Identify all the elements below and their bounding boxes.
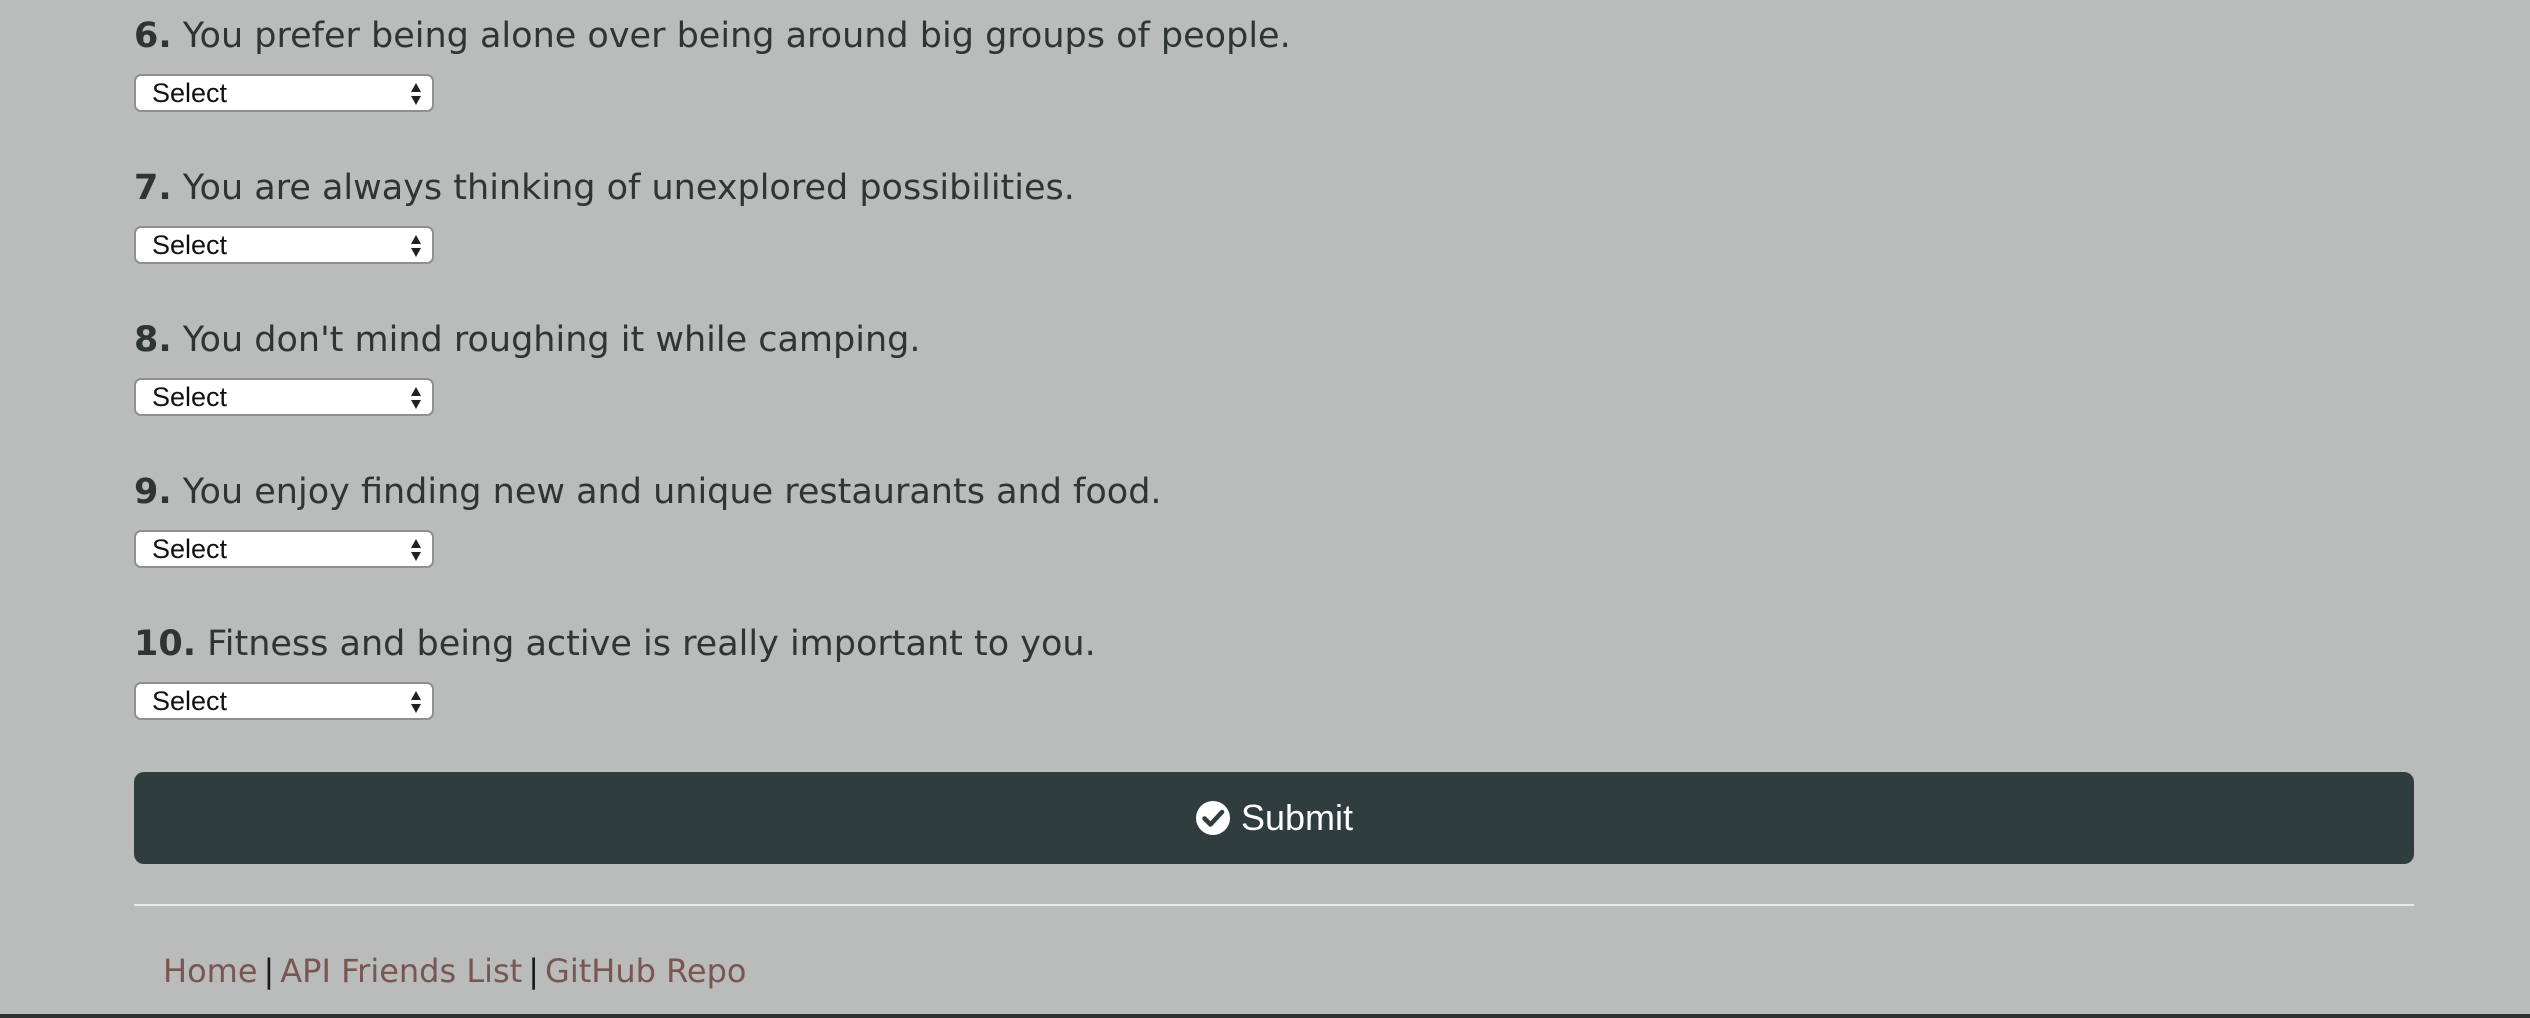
question-number: 7. [134, 168, 172, 208]
select-value: Select [152, 534, 228, 564]
select-value: Select [152, 686, 228, 716]
select-arrows-icon [411, 83, 421, 105]
footer-nav: Home | API Friends List | GitHub Repo [163, 949, 746, 993]
question-number: 8. [134, 320, 172, 360]
question-text: Fitness and being active is really impor… [207, 624, 1096, 664]
question-label: 10. Fitness and being active is really i… [134, 622, 2414, 666]
footer-separator: | [528, 952, 540, 990]
question-text: You prefer being alone over being around… [182, 16, 1291, 56]
footer-divider [134, 904, 2414, 906]
answer-select[interactable]: Select [134, 682, 434, 720]
select-value: Select [152, 382, 228, 412]
question-number: 9. [134, 472, 172, 512]
select-value: Select [152, 78, 228, 108]
question-text: You are always thinking of unexplored po… [182, 168, 1075, 208]
submit-button[interactable]: Submit [134, 772, 2414, 864]
question-9: 9. You enjoy finding new and unique rest… [134, 470, 2414, 568]
select-arrows-icon [411, 235, 421, 257]
question-label: 8. You don't mind roughing it while camp… [134, 318, 2414, 362]
answer-select[interactable]: Select [134, 226, 434, 264]
answer-select[interactable]: Select [134, 530, 434, 568]
submit-label: Submit [1240, 797, 1354, 838]
question-text: You don't mind roughing it while camping… [182, 320, 921, 360]
question-10: 10. Fitness and being active is really i… [134, 622, 2414, 720]
question-8: 8. You don't mind roughing it while camp… [134, 318, 2414, 416]
question-6: 6. You prefer being alone over being aro… [134, 14, 2414, 112]
select-arrows-icon [411, 691, 421, 713]
question-label: 6. You prefer being alone over being aro… [134, 14, 2414, 58]
answer-select[interactable]: Select [134, 378, 434, 416]
check-circle-icon [1195, 801, 1230, 835]
question-text: You enjoy finding new and unique restaur… [182, 472, 1162, 512]
question-label: 7. You are always thinking of unexplored… [134, 166, 2414, 210]
footer-link-github-repo[interactable]: GitHub Repo [545, 952, 746, 990]
select-value: Select [152, 230, 228, 260]
question-7: 7. You are always thinking of unexplored… [134, 166, 2414, 264]
question-number: 10. [134, 624, 197, 664]
select-arrows-icon [411, 539, 421, 561]
page-bottom-edge [0, 1014, 2530, 1018]
footer-separator: | [263, 952, 275, 990]
select-arrows-icon [411, 387, 421, 409]
question-number: 6. [134, 16, 172, 56]
footer-link-api-friends-list[interactable]: API Friends List [280, 952, 522, 990]
footer-link-home[interactable]: Home [163, 952, 258, 990]
answer-select[interactable]: Select [134, 74, 434, 112]
question-label: 9. You enjoy finding new and unique rest… [134, 470, 2414, 514]
